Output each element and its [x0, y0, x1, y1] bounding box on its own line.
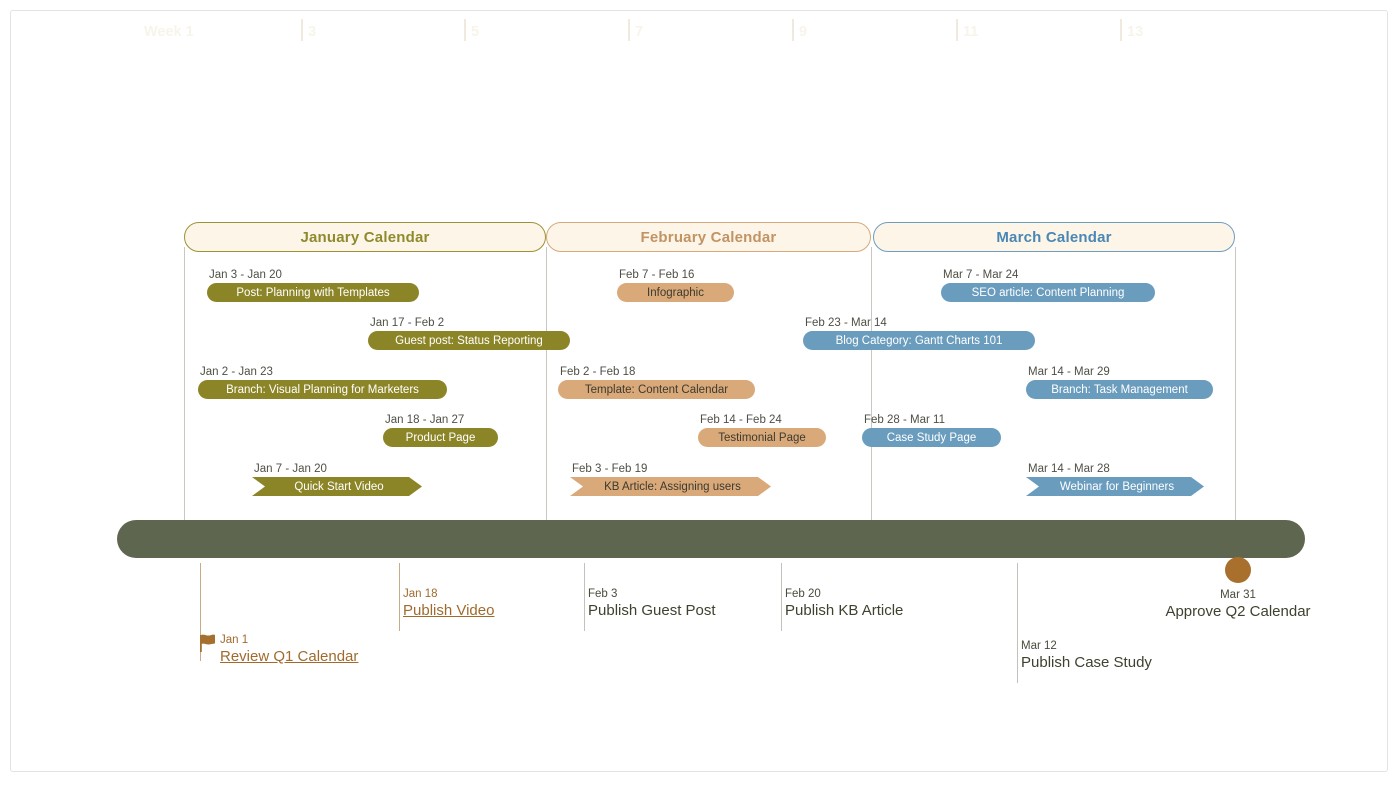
axis-tick-mark [956, 19, 958, 41]
milestone[interactable]: Mar 31 Approve Q2 Calendar [1038, 588, 1387, 621]
milestone-date: Feb 3 [588, 588, 618, 600]
task-bar[interactable]: SEO article: Content Planning [941, 283, 1155, 302]
axis-tick-mark [464, 19, 466, 41]
section-header-january-label: January Calendar [300, 228, 430, 246]
task-bar[interactable]: Case Study Page [862, 428, 1001, 447]
section-header-january[interactable]: January Calendar [184, 222, 546, 252]
task-daterange: Mar 14 - Mar 29 [1028, 366, 1110, 378]
task-bar[interactable]: Testimonial Page [698, 428, 826, 447]
task-row[interactable]: Jan 18 - Jan 27 Product Page [383, 414, 498, 447]
task-daterange: Mar 7 - Mar 24 [943, 269, 1019, 281]
task-daterange: Feb 3 - Feb 19 [572, 463, 648, 475]
milestone[interactable]: Feb 20 Publish KB Article [785, 587, 903, 620]
axis-tick-mark [628, 19, 630, 41]
milestone-label[interactable]: Publish Video [403, 601, 494, 620]
task-daterange: Jan 7 - Jan 20 [254, 463, 327, 475]
axis-tick-label: Week 1 [144, 24, 194, 40]
milestone[interactable]: Jan 1 Review Q1 Calendar [220, 633, 358, 666]
task-bar[interactable]: Quick Start Video [252, 477, 422, 496]
milestone[interactable]: Feb 3 Publish Guest Post [588, 587, 716, 620]
axis-tick-mark [792, 19, 794, 41]
gantt-chart: January Calendar February Calendar March… [11, 11, 1387, 771]
axis-tick-label: 5 [471, 24, 480, 40]
task-row[interactable]: Feb 7 - Feb 16 Infographic [617, 269, 734, 302]
flag-icon [200, 634, 216, 652]
task-bar[interactable]: Webinar for Beginners [1026, 477, 1204, 496]
milestone-line [781, 563, 782, 631]
gridline-section-start [184, 247, 185, 522]
circle-milestone-icon [1225, 557, 1251, 583]
milestone-label[interactable]: Approve Q2 Calendar [1038, 602, 1387, 621]
milestone-date: Feb 20 [785, 588, 821, 600]
task-row[interactable]: Mar 7 - Mar 24 SEO article: Content Plan… [941, 269, 1155, 302]
gridline-section-end [1235, 247, 1236, 522]
task-row[interactable]: Feb 2 - Feb 18 Template: Content Calenda… [558, 366, 755, 399]
task-daterange: Feb 14 - Feb 24 [700, 414, 782, 426]
task-row[interactable]: Jan 17 - Feb 2 Guest post: Status Report… [368, 317, 570, 350]
task-bar[interactable]: Infographic [617, 283, 734, 302]
gridline-section-feb-mar [871, 247, 872, 522]
task-daterange: Jan 17 - Feb 2 [370, 317, 445, 329]
task-row[interactable]: Mar 14 - Mar 29 Branch: Task Management [1026, 366, 1213, 399]
axis-tick-label: 9 [799, 24, 808, 40]
task-row[interactable]: Jan 7 - Jan 20 Quick Start Video [252, 463, 422, 496]
section-header-march-label: March Calendar [996, 228, 1112, 246]
task-daterange: Jan 18 - Jan 27 [385, 414, 465, 426]
timeline-axis[interactable] [117, 520, 1305, 558]
section-header-february[interactable]: February Calendar [546, 222, 871, 252]
task-daterange: Feb 23 - Mar 14 [805, 317, 887, 329]
axis-tick-mark [301, 19, 303, 41]
milestone-label[interactable]: Publish KB Article [785, 601, 903, 620]
task-daterange: Feb 2 - Feb 18 [560, 366, 636, 378]
axis-tick-label: 3 [308, 24, 317, 40]
gridline-section-jan-feb [546, 247, 547, 522]
task-daterange: Jan 2 - Jan 23 [200, 366, 273, 378]
task-row[interactable]: Mar 14 - Mar 28 Webinar for Beginners [1026, 463, 1204, 496]
task-daterange: Jan 3 - Jan 20 [209, 269, 282, 281]
milestone[interactable]: Jan 18 Publish Video [403, 587, 494, 620]
task-bar[interactable]: Post: Planning with Templates [207, 283, 419, 302]
milestone-label[interactable]: Publish Guest Post [588, 601, 716, 620]
task-row[interactable]: Feb 23 - Mar 14 Blog Category: Gantt Cha… [803, 317, 1035, 350]
task-row[interactable]: Feb 28 - Mar 11 Case Study Page [862, 414, 1001, 447]
axis-tick-mark [1120, 19, 1122, 41]
task-bar[interactable]: Branch: Task Management [1026, 380, 1213, 399]
task-bar[interactable]: Blog Category: Gantt Charts 101 [803, 331, 1035, 350]
section-header-february-label: February Calendar [640, 228, 777, 246]
milestone-line [1017, 563, 1018, 683]
task-bar[interactable]: Guest post: Status Reporting [368, 331, 570, 350]
task-daterange: Feb 28 - Mar 11 [864, 414, 945, 426]
task-row[interactable]: Feb 3 - Feb 19 KB Article: Assigning use… [570, 463, 771, 496]
timeline-canvas: January Calendar February Calendar March… [10, 10, 1388, 772]
milestone-date: Mar 31 [1220, 589, 1256, 601]
section-header-march[interactable]: March Calendar [873, 222, 1235, 252]
milestone-label[interactable]: Review Q1 Calendar [220, 647, 358, 666]
milestone-date: Jan 1 [220, 634, 249, 646]
task-bar[interactable]: Product Page [383, 428, 498, 447]
milestone-label[interactable]: Publish Case Study [1021, 653, 1152, 672]
milestone-date: Jan 18 [403, 588, 438, 600]
milestone[interactable]: Mar 12 Publish Case Study [1021, 639, 1152, 672]
task-bar[interactable]: Template: Content Calendar [558, 380, 755, 399]
task-daterange: Mar 14 - Mar 28 [1028, 463, 1110, 475]
milestone-line [399, 563, 400, 631]
milestone-line [584, 563, 585, 631]
task-bar[interactable]: Branch: Visual Planning for Marketers [198, 380, 447, 399]
task-row[interactable]: Jan 2 - Jan 23 Branch: Visual Planning f… [198, 366, 447, 399]
task-daterange: Feb 7 - Feb 16 [619, 269, 695, 281]
axis-tick-label: 7 [635, 24, 644, 40]
task-row[interactable]: Feb 14 - Feb 24 Testimonial Page [698, 414, 826, 447]
milestone-date: Mar 12 [1021, 640, 1057, 652]
task-row[interactable]: Jan 3 - Jan 20 Post: Planning with Templ… [207, 269, 419, 302]
task-bar[interactable]: KB Article: Assigning users [570, 477, 771, 496]
axis-tick-label: 13 [1127, 24, 1144, 40]
axis-tick-label: 11 [963, 24, 979, 40]
